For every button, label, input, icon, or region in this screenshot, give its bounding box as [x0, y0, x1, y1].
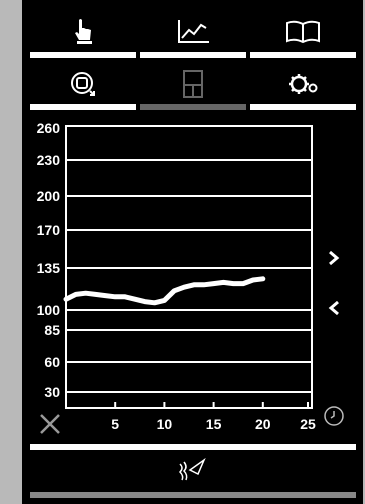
y-tick-label: 85 — [44, 322, 60, 338]
bottom-bar — [30, 492, 356, 498]
cycle-device-icon — [68, 69, 98, 99]
x-tick-label: 5 — [111, 416, 120, 432]
x-tick-label: 10 — [156, 416, 173, 432]
book-icon — [285, 20, 321, 44]
tab-cycle[interactable] — [30, 64, 136, 110]
y-tick-label: 100 — [36, 302, 60, 318]
trend-chart: 260 230 200 170 135 100 85 60 30 5 10 15 20 25 — [22, 118, 363, 438]
x-tick-label: 15 — [205, 416, 222, 432]
close-button[interactable] — [36, 410, 64, 438]
bottom-divider — [30, 444, 356, 450]
tab-touch[interactable] — [30, 12, 136, 58]
y-tick-label: 230 — [36, 152, 60, 168]
bottom-signal-button[interactable] — [167, 452, 217, 488]
next-page-button[interactable] — [322, 246, 346, 270]
y-tick-label: 30 — [44, 384, 60, 400]
chevron-left-icon — [328, 300, 339, 316]
signal-waves-icon — [178, 457, 206, 481]
second-toolbar — [22, 64, 363, 110]
tab-layout[interactable] — [140, 64, 246, 110]
y-tick-label: 200 — [36, 188, 60, 204]
touch-hand-icon — [70, 17, 96, 47]
prev-page-button[interactable] — [322, 296, 346, 320]
y-tick-label: 60 — [44, 354, 60, 370]
tab-settings[interactable] — [250, 64, 356, 110]
chevron-right-icon — [329, 250, 340, 266]
gears-icon — [286, 71, 320, 97]
device-screen: 260 230 200 170 135 100 85 60 30 5 10 15 20 25 — [22, 0, 363, 504]
x-tick-label: 25 — [300, 416, 316, 432]
y-tick-label: 260 — [36, 120, 60, 136]
series-line — [63, 276, 266, 306]
y-tick-label: 135 — [36, 260, 60, 276]
tab-manual[interactable] — [250, 12, 356, 58]
layout-panels-icon — [182, 69, 204, 99]
y-tick-label: 170 — [36, 222, 60, 238]
close-icon — [40, 414, 60, 434]
time-range-button[interactable] — [322, 404, 346, 428]
line-chart-icon — [175, 18, 211, 46]
clock-icon — [324, 406, 344, 426]
trend-chart-svg — [63, 125, 313, 409]
top-toolbar — [22, 12, 363, 58]
tab-chart[interactable] — [140, 12, 246, 58]
x-tick-label: 20 — [255, 416, 271, 432]
